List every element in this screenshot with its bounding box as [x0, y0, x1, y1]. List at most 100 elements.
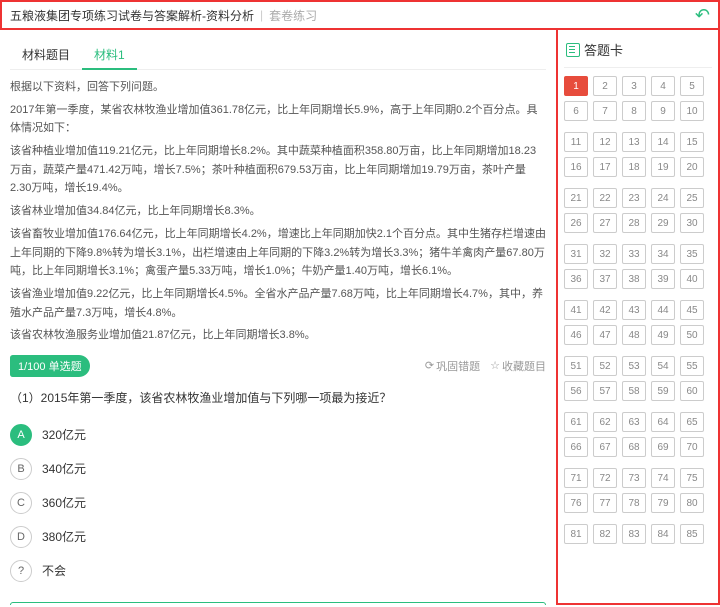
answer-cell[interactable]: 70 — [680, 437, 704, 457]
answer-cell[interactable]: 31 — [564, 244, 588, 264]
answer-cell[interactable]: 62 — [593, 412, 617, 432]
answer-cell[interactable]: 17 — [593, 157, 617, 177]
answer-cell[interactable]: 32 — [593, 244, 617, 264]
answer-cell[interactable]: 1 — [564, 76, 588, 96]
answer-cell[interactable]: 23 — [622, 188, 646, 208]
answer-cell[interactable]: 84 — [651, 524, 675, 544]
answer-cell[interactable]: 58 — [622, 381, 646, 401]
answer-cell[interactable]: 77 — [593, 493, 617, 513]
answer-cell[interactable]: 11 — [564, 132, 588, 152]
answer-cell[interactable]: 7 — [593, 101, 617, 121]
answer-cell[interactable]: 43 — [622, 300, 646, 320]
option-text: 340亿元 — [42, 460, 86, 477]
answer-cell[interactable]: 50 — [680, 325, 704, 345]
answer-cell[interactable]: 41 — [564, 300, 588, 320]
answer-cell[interactable]: 13 — [622, 132, 646, 152]
answer-cell[interactable]: 73 — [622, 468, 646, 488]
answer-cell[interactable]: 59 — [651, 381, 675, 401]
answer-cell[interactable]: 42 — [593, 300, 617, 320]
answer-cell[interactable]: 67 — [593, 437, 617, 457]
answer-cell[interactable]: 35 — [680, 244, 704, 264]
option-row[interactable]: ?不会 — [10, 554, 546, 588]
answer-cell[interactable]: 80 — [680, 493, 704, 513]
answer-cell[interactable]: 10 — [680, 101, 704, 121]
answer-cell[interactable]: 49 — [651, 325, 675, 345]
answer-cell[interactable]: 85 — [680, 524, 704, 544]
answer-cell[interactable]: 29 — [651, 213, 675, 233]
answer-cell[interactable]: 52 — [593, 356, 617, 376]
answer-cell[interactable]: 60 — [680, 381, 704, 401]
answer-cell[interactable]: 21 — [564, 188, 588, 208]
consolidate-button[interactable]: ⟳ 巩固错题 — [425, 358, 480, 374]
answer-cell[interactable]: 12 — [593, 132, 617, 152]
answer-cell[interactable]: 53 — [622, 356, 646, 376]
answer-cell[interactable]: 56 — [564, 381, 588, 401]
answer-cell[interactable]: 55 — [680, 356, 704, 376]
answer-cell[interactable]: 39 — [651, 269, 675, 289]
answer-cell[interactable]: 82 — [593, 524, 617, 544]
tab-material-root[interactable]: 材料题目 — [10, 40, 82, 69]
answer-card-icon — [566, 43, 580, 57]
answer-cell[interactable]: 3 — [622, 76, 646, 96]
answer-cell[interactable]: 15 — [680, 132, 704, 152]
answer-cell[interactable]: 83 — [622, 524, 646, 544]
answer-cell[interactable]: 69 — [651, 437, 675, 457]
option-row[interactable]: B340亿元 — [10, 452, 546, 486]
answer-cell[interactable]: 48 — [622, 325, 646, 345]
answer-cell[interactable]: 66 — [564, 437, 588, 457]
answer-cell[interactable]: 14 — [651, 132, 675, 152]
answer-cell[interactable]: 57 — [593, 381, 617, 401]
option-row[interactable]: D380亿元 — [10, 520, 546, 554]
answer-cell[interactable]: 37 — [593, 269, 617, 289]
answer-cell[interactable]: 20 — [680, 157, 704, 177]
answer-cell[interactable]: 19 — [651, 157, 675, 177]
back-arrow-icon[interactable]: ↶ — [695, 5, 710, 26]
answer-cell[interactable]: 72 — [593, 468, 617, 488]
answer-cell[interactable]: 36 — [564, 269, 588, 289]
favorite-button[interactable]: ☆ 收藏题目 — [490, 358, 546, 374]
answer-cell[interactable]: 26 — [564, 213, 588, 233]
answer-cell[interactable]: 78 — [622, 493, 646, 513]
answer-card-title-row: 答题卡 — [564, 36, 712, 68]
answer-cell[interactable]: 34 — [651, 244, 675, 264]
answer-cell[interactable]: 47 — [593, 325, 617, 345]
answer-cell[interactable]: 45 — [680, 300, 704, 320]
option-row[interactable]: C360亿元 — [10, 486, 546, 520]
option-row[interactable]: A320亿元 — [10, 418, 546, 452]
page-title: 五粮液集团专项练习试卷与答案解析-资料分析 — [10, 7, 254, 24]
answer-cell[interactable]: 68 — [622, 437, 646, 457]
answer-cell[interactable]: 64 — [651, 412, 675, 432]
answer-cell[interactable]: 71 — [564, 468, 588, 488]
answer-cell[interactable]: 61 — [564, 412, 588, 432]
answer-cell[interactable]: 33 — [622, 244, 646, 264]
answer-cell[interactable]: 4 — [651, 76, 675, 96]
answer-cell[interactable]: 27 — [593, 213, 617, 233]
answer-cell[interactable]: 28 — [622, 213, 646, 233]
answer-cell[interactable]: 6 — [564, 101, 588, 121]
tab-material-1[interactable]: 材料1 — [82, 40, 137, 69]
answer-cell[interactable]: 65 — [680, 412, 704, 432]
answer-cell[interactable]: 46 — [564, 325, 588, 345]
answer-cell[interactable]: 76 — [564, 493, 588, 513]
answer-cell[interactable]: 79 — [651, 493, 675, 513]
answer-cell[interactable]: 5 — [680, 76, 704, 96]
answer-cell[interactable]: 22 — [593, 188, 617, 208]
answer-cell[interactable]: 16 — [564, 157, 588, 177]
answer-cell[interactable]: 81 — [564, 524, 588, 544]
answer-cell[interactable]: 74 — [651, 468, 675, 488]
answer-cell[interactable]: 54 — [651, 356, 675, 376]
answer-cell[interactable]: 38 — [622, 269, 646, 289]
answer-cell[interactable]: 8 — [622, 101, 646, 121]
answer-cell[interactable]: 9 — [651, 101, 675, 121]
answer-cell[interactable]: 24 — [651, 188, 675, 208]
answer-cell[interactable]: 30 — [680, 213, 704, 233]
answer-cell[interactable]: 25 — [680, 188, 704, 208]
answer-cell[interactable]: 18 — [622, 157, 646, 177]
answer-cell[interactable]: 63 — [622, 412, 646, 432]
answer-cell[interactable]: 44 — [651, 300, 675, 320]
answer-cell[interactable]: 2 — [593, 76, 617, 96]
answer-cell[interactable]: 75 — [680, 468, 704, 488]
answer-cell[interactable]: 40 — [680, 269, 704, 289]
next-button[interactable]: 下一题 — [10, 602, 546, 605]
answer-cell[interactable]: 51 — [564, 356, 588, 376]
